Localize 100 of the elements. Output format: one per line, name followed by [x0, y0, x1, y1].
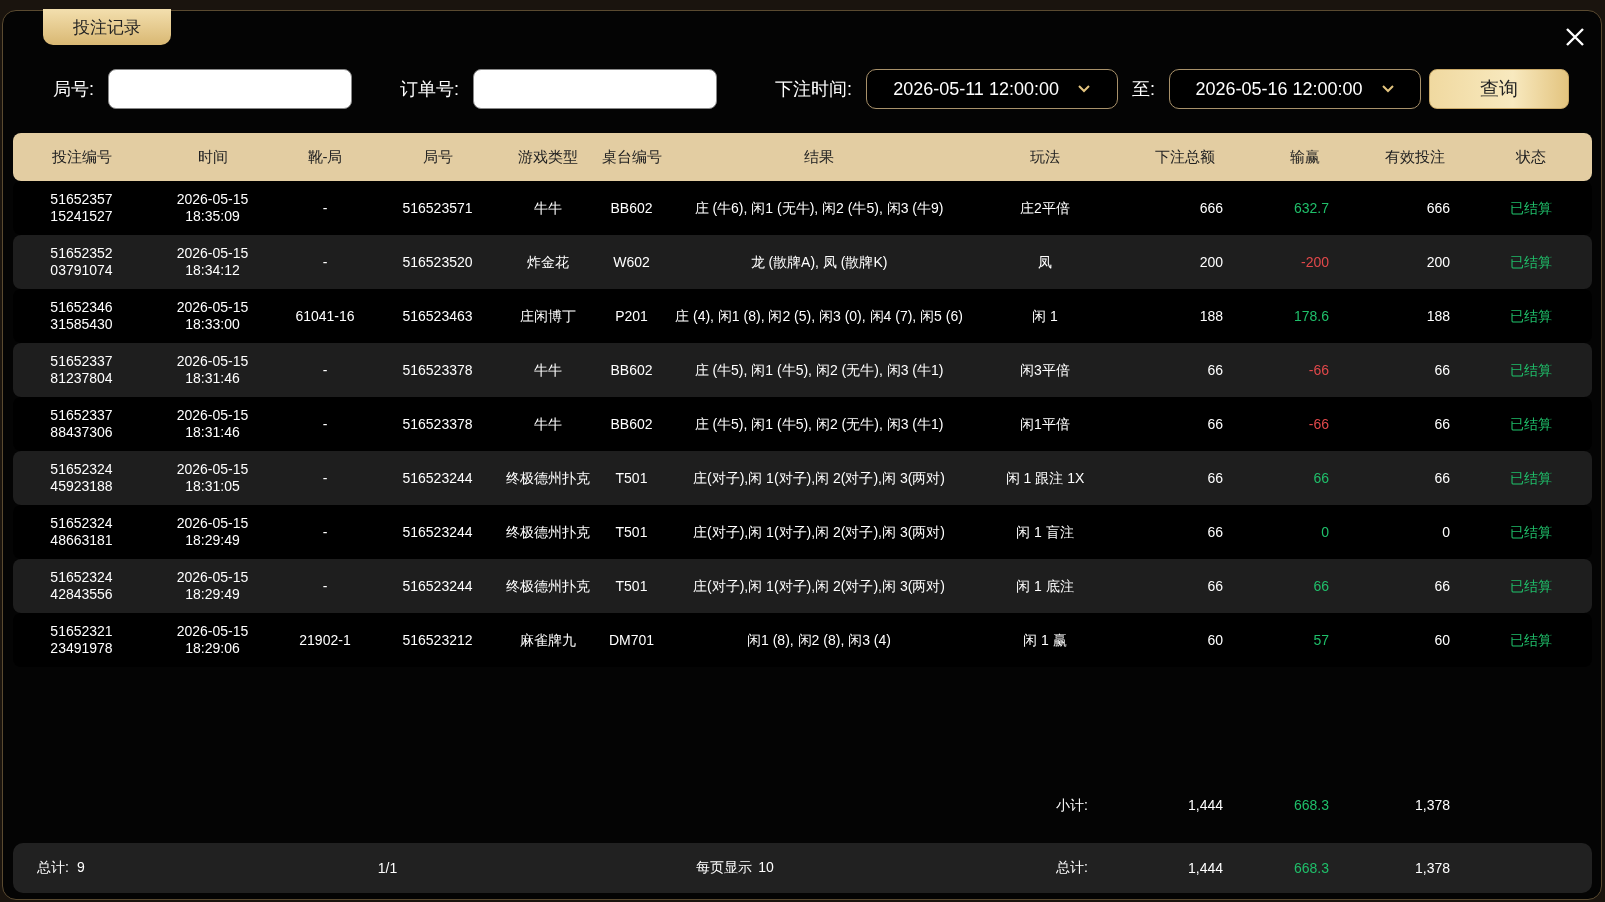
table-row[interactable]: 5165235715241527 2026-05-15 18:35:09 - 516523571 牛牛 BB602 庄 (牛6), 闲1 (无牛), 闲2 (牛5), 闲3 (牛9) 庄2平倍 666 632.7 666 已结算 [13, 181, 1592, 235]
input-field[interactable] [108, 69, 352, 109]
table-cell-text: 66 [1206, 577, 1224, 595]
input-field[interactable] [473, 69, 718, 109]
table-cell-text: 牛牛 [532, 199, 563, 217]
query-button[interactable]: 查询 [1429, 69, 1570, 109]
total-count-label: 总计: [37, 859, 69, 877]
table-cell-text: 61041-16 [294, 307, 356, 325]
table-row[interactable]: 5165232448663181 2026-05-15 18:29:49 - 516523244 终极德州扑克 T501 庄(对子),闲 1(对子),闲 2(对子),闲 3(两对) 闲 1 盲注 66 0 0 已结算 [13, 505, 1592, 559]
table-cell-text: 闲 1 盲注 [1015, 523, 1075, 541]
table-cell-text: - [321, 577, 329, 595]
table-row[interactable]: 5165233781237804 2026-05-15 18:31:46 - 516523378 牛牛 BB602 庄 (牛5), 闲1 (牛5), 闲2 (无牛), 闲3 (牛1) 闲3平倍 66 -66 66 已结算 [13, 343, 1592, 397]
table-cell-text: DM701 [607, 631, 656, 649]
subtotal-value: 1,378 [1413, 797, 1451, 815]
column-header: 有效投注 [1384, 147, 1446, 167]
column-header: 局号 [421, 147, 454, 167]
table-cell-text: 终极德州扑克 [504, 469, 591, 487]
table-cell-text: 牛牛 [532, 415, 563, 433]
table-cell-text: -66 [1307, 361, 1330, 379]
table-cell-text: 2026-05-15 18:31:46 [175, 407, 250, 441]
table-cell-text: 庄 (4), 闲1 (8), 闲2 (5), 闲3 (0), 闲4 (7), 闲5 (6) [674, 307, 964, 325]
table-cell-text: 炸金花 [525, 253, 570, 271]
total-value: 1,378 [1413, 860, 1451, 876]
subtotal-value: 668.3 [1292, 797, 1330, 815]
table-cell-text: - [321, 199, 329, 217]
table-cell-text: 0 [1320, 523, 1330, 541]
table-cell-text: 66 [1433, 415, 1451, 433]
table-cell-text: 终极德州扑克 [504, 577, 591, 595]
table-cell-text: 已结算 [1509, 631, 1553, 649]
table-cell-text: 已结算 [1509, 577, 1553, 595]
column-header: 玩法 [1029, 147, 1061, 167]
table-cell-text: 2026-05-15 18:35:09 [175, 191, 250, 225]
table-cell-text: 2026-05-15 18:33:00 [175, 299, 250, 333]
table-cell: 5165234631585430 [50, 299, 113, 333]
table-cell-text: 已结算 [1509, 307, 1553, 325]
table-cell: 5165232442843556 [50, 569, 113, 603]
field-label: 订单号: [400, 78, 460, 101]
table-cell-text: - [321, 361, 329, 379]
table-row[interactable]: 5165233788437306 2026-05-15 18:31:46 - 516523378 牛牛 BB602 庄 (牛5), 闲1 (牛5), 闲2 (无牛), 闲3 (牛1) 闲1平倍 66 -66 66 已结算 [13, 397, 1592, 451]
table-cell: 5165232448663181 [50, 515, 113, 549]
table-cell-text: BB602 [609, 361, 654, 379]
table-cell-text: 516523212 [401, 631, 474, 649]
table-cell-text: 已结算 [1509, 523, 1553, 541]
tab[interactable]: 投注记录 [43, 9, 171, 45]
table-row[interactable]: 5165232445923188 2026-05-15 18:31:05 - 516523244 终极德州扑克 T501 庄(对子),闲 1(对子),闲 2(对子),闲 3(两对) 闲 1 跟注 1X 66 66 66 已结算 [13, 451, 1592, 505]
table-cell-text: 龙 (散牌A), 凤 (散牌K) [749, 253, 889, 271]
table-cell-text: P201 [614, 307, 649, 325]
table-cell-text: 牛牛 [532, 361, 563, 379]
table-cell-text: - [321, 253, 329, 271]
table-cell: 5165232123491978 [50, 623, 113, 657]
table-cell-text: 2026-05-15 18:29:06 [175, 623, 250, 657]
table-cell: 5165233788437306 [50, 407, 113, 441]
table-cell-text: 闲3平倍 [1019, 361, 1071, 379]
close-icon[interactable] [1565, 27, 1585, 47]
table-cell-text: 188 [1425, 307, 1451, 325]
field-label: 下注时间: [775, 78, 853, 101]
table-row[interactable]: 5165232123491978 2026-05-15 18:29:06 21902-1 516523212 麻雀牌九 DM701 闲1 (8), 闲2 (8), 闲3 (4) 闲 1 赢 60 57 60 已结算 [13, 613, 1592, 667]
table-cell-text: 已结算 [1509, 253, 1553, 271]
table-cell-text: 庄 (牛6), 闲1 (无牛), 闲2 (牛5), 闲3 (牛9) [693, 199, 945, 217]
total-value: 1,444 [1186, 860, 1224, 876]
table-cell-text: 188 [1198, 307, 1224, 325]
table-cell-text: 66 [1206, 361, 1224, 379]
table-cell-text: 66 [1206, 523, 1224, 541]
column-header: 桌台编号 [600, 147, 663, 167]
total-label: 总计: [1055, 859, 1089, 877]
table-cell-text: 60 [1433, 631, 1451, 649]
table-row[interactable]: 5165234631585430 2026-05-15 18:33:00 61041-16 516523463 庄闲博丁 P201 庄 (4), 闲1 (8), 闲2 (5), 闲3 (0), 闲4 (7), 闲5 (6) 闲 1 188 178.6 188 已结算 [13, 289, 1592, 343]
date-dropdown[interactable]: 2026-05-16 12:00:00 [1169, 69, 1422, 109]
total-count: 9 [76, 859, 85, 877]
subtotal-label: 小计: [1055, 797, 1089, 815]
table-cell-text: -66 [1307, 415, 1330, 433]
table-cell-text: 666 [1198, 199, 1224, 217]
table-cell-text: 庄2平倍 [1019, 199, 1071, 217]
table-cell-text: 666 [1425, 199, 1451, 217]
table-cell-text: 庄(对子),闲 1(对子),闲 2(对子),闲 3(两对) [692, 523, 946, 541]
table-cell-text: 闲 1 [1031, 307, 1059, 325]
table-cell-text: 已结算 [1509, 361, 1553, 379]
chevron-down-icon [1380, 84, 1395, 94]
table-cell-text: 2026-05-15 18:29:49 [175, 569, 250, 603]
table-cell-text: W602 [612, 253, 651, 271]
table-row[interactable]: 5165235203791074 2026-05-15 18:34:12 - 516523520 炸金花 W602 龙 (散牌A), 凤 (散牌K) 凤 200 -200 200 已结算 [13, 235, 1592, 289]
table-cell-text: 麻雀牌九 [518, 631, 577, 649]
table-cell-text: 516523378 [401, 415, 474, 433]
column-header: 结果 [803, 147, 835, 167]
table-cell-text: 凤 [1037, 253, 1053, 271]
table-cell-text: BB602 [609, 199, 654, 217]
column-header: 靴-局 [306, 147, 344, 167]
field-label: 局号: [53, 78, 94, 101]
table-cell-text: 178.6 [1292, 307, 1330, 325]
table-cell-text: 516523520 [401, 253, 474, 271]
table-cell-text: 516523463 [401, 307, 474, 325]
page-indicator: 1/1 [376, 860, 399, 876]
table-cell: 5165233781237804 [50, 353, 113, 387]
table-cell-text: 516523244 [401, 469, 474, 487]
table-row[interactable]: 5165232442843556 2026-05-15 18:29:49 - 516523244 终极德州扑克 T501 庄(对子),闲 1(对子),闲 2(对子),闲 3(两对) 闲 1 底注 66 66 66 已结算 [13, 559, 1592, 613]
table-cell-text: 庄(对子),闲 1(对子),闲 2(对子),闲 3(两对) [692, 577, 946, 595]
table-cell-text: 已结算 [1509, 415, 1553, 433]
page-size[interactable]: 10 [758, 859, 774, 877]
table-cell-text: 庄 (牛5), 闲1 (牛5), 闲2 (无牛), 闲3 (牛1) [693, 415, 945, 433]
date-dropdown[interactable]: 2026-05-11 12:00:00 [866, 69, 1119, 109]
